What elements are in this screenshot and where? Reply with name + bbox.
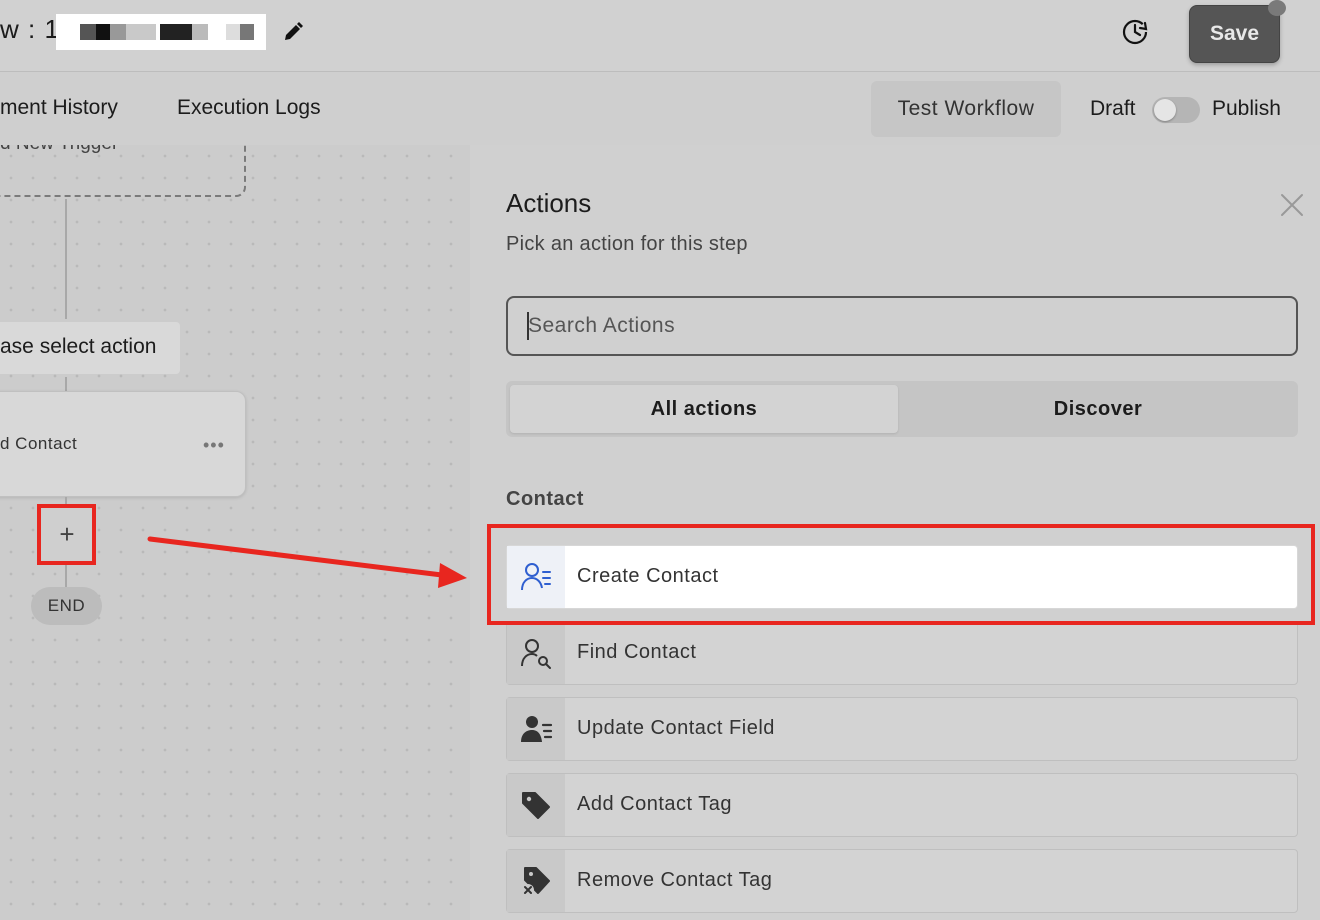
add-step-button[interactable]: + — [55, 521, 79, 549]
workflow-title-prefix: w : 1 — [0, 14, 60, 44]
action-icon-cell — [507, 698, 565, 760]
action-label: Remove Contact Tag — [577, 869, 773, 891]
action-icon-cell — [507, 850, 565, 912]
action-find-contact[interactable]: Find Contact — [506, 621, 1298, 685]
action-label: Find Contact — [577, 641, 697, 663]
draft-label: Draft — [1090, 97, 1136, 120]
notification-dot — [1268, 0, 1286, 16]
action-node-label: d Contact — [0, 434, 78, 453]
history-icon[interactable] — [1120, 17, 1150, 47]
connector-line — [65, 377, 67, 391]
toggle-knob — [1154, 99, 1176, 121]
action-icon-cell — [507, 622, 565, 684]
action-add-contact-tag[interactable]: Add Contact Tag — [506, 773, 1298, 837]
pencil-icon[interactable] — [281, 20, 305, 44]
panel-subtitle: Pick an action for this step — [506, 233, 748, 255]
text-caret — [527, 312, 529, 340]
tab-execution-logs[interactable]: Execution Logs — [177, 96, 321, 120]
add-trigger-label: d New Trigger — [0, 145, 118, 155]
action-remove-contact-tag[interactable]: Remove Contact Tag — [506, 849, 1298, 913]
select-action-label: ase select action — [0, 335, 157, 358]
action-icon-cell — [507, 774, 565, 836]
person-search-icon — [521, 639, 551, 669]
action-label: Update Contact Field — [577, 717, 775, 739]
close-icon[interactable] — [1278, 191, 1306, 219]
node-menu-icon[interactable]: ••• — [203, 435, 225, 456]
panel-title: Actions — [506, 188, 592, 218]
action-filter-segment: All actions Discover — [506, 381, 1298, 437]
top-header: w : 1 Save — [0, 0, 1320, 72]
tab-bar: ment History Execution Logs Test Workflo… — [0, 73, 1320, 145]
workflow-name-redacted[interactable] — [56, 14, 266, 50]
publish-label: Publish — [1212, 97, 1281, 120]
end-node: END — [31, 587, 102, 625]
connector-line — [65, 199, 67, 319]
person-edit-icon — [521, 716, 553, 742]
add-step-highlight: + — [37, 504, 96, 565]
tag-remove-icon — [522, 867, 550, 896]
tab-history[interactable]: ment History — [0, 96, 118, 120]
segment-all-actions[interactable]: All actions — [510, 385, 898, 433]
action-update-contact-field[interactable]: Update Contact Field — [506, 697, 1298, 761]
segment-discover[interactable]: Discover — [902, 385, 1294, 433]
workflow-canvas[interactable]: d New Trigger ase select action d Contac… — [0, 145, 470, 920]
save-button[interactable]: Save — [1189, 5, 1280, 63]
search-actions-input[interactable] — [506, 296, 1298, 356]
section-label-contact: Contact — [506, 488, 584, 510]
test-workflow-button[interactable]: Test Workflow — [871, 81, 1061, 137]
action-label: Add Contact Tag — [577, 793, 733, 815]
publish-toggle[interactable] — [1152, 97, 1200, 123]
highlight-frame — [487, 524, 1315, 625]
tag-icon — [522, 792, 550, 819]
